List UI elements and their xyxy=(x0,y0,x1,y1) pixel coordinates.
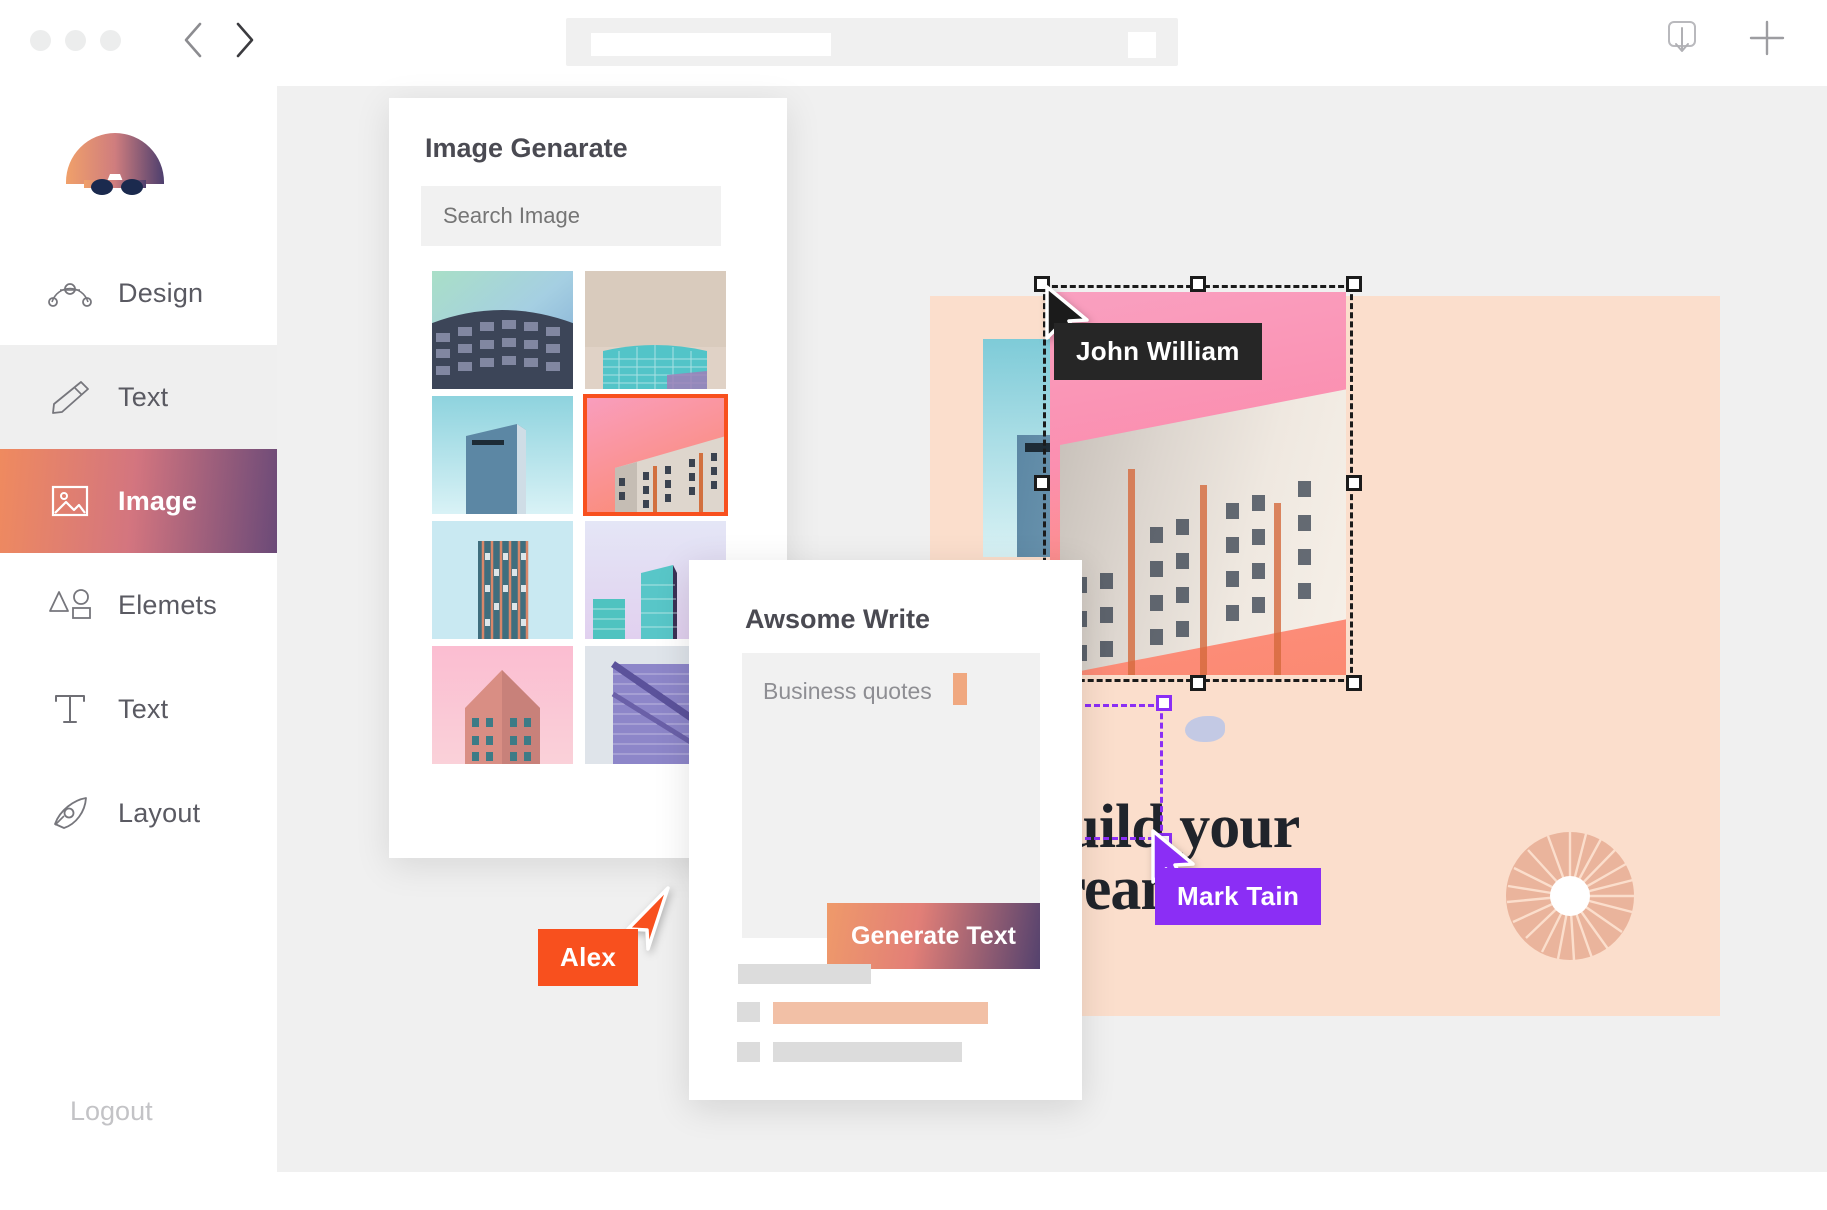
prompt-textarea[interactable]: Business quotes Generate Text xyxy=(742,653,1040,969)
brand-logo-icon xyxy=(62,130,168,200)
download-icon[interactable] xyxy=(1665,18,1699,58)
resize-handle-ne[interactable] xyxy=(1346,276,1362,292)
skeleton-bullet xyxy=(737,1002,760,1022)
address-bar-action-chip[interactable] xyxy=(1128,32,1156,58)
sidebar-item-label: Design xyxy=(118,277,204,308)
sidebar-item-text-type[interactable]: Text xyxy=(0,657,277,761)
thumbnail-blue-monolith-tower[interactable] xyxy=(432,396,573,514)
app-root: Design Text Image Elemets Text Layout Lo… xyxy=(0,0,1827,1210)
skeleton-bullet xyxy=(737,1042,760,1062)
sidebar-item-text-pencil[interactable]: Text xyxy=(0,345,277,449)
sunburst-decoration xyxy=(1504,830,1636,962)
sidebar-item-label: Image xyxy=(118,485,198,516)
collaborator-badge-john-william: John William xyxy=(1054,323,1262,380)
resize-handle-e[interactable] xyxy=(1346,475,1362,491)
text-caret xyxy=(953,673,967,705)
resize-handle-n[interactable] xyxy=(1190,276,1206,292)
collaborator-badge-alex: Alex xyxy=(538,929,639,986)
prompt-value: Business quotes xyxy=(763,678,932,704)
thumbnail-curved-glass-tower[interactable] xyxy=(432,271,573,389)
plus-icon[interactable] xyxy=(1747,18,1787,58)
sidebar-item-label: Text xyxy=(118,381,169,412)
chevron-right-icon[interactable] xyxy=(232,20,258,60)
sidebar-item-design[interactable]: Design xyxy=(0,241,277,345)
search-input[interactable] xyxy=(421,186,721,246)
collaborator-badge-mark-tain: Mark Tain xyxy=(1155,868,1322,925)
window-close-dot[interactable] xyxy=(30,30,51,51)
text-handle-ne[interactable] xyxy=(1156,695,1172,711)
sidebar-item-image[interactable]: Image xyxy=(0,449,277,553)
top-bar xyxy=(0,0,1827,86)
skeleton-line xyxy=(773,1042,962,1062)
generate-text-button[interactable]: Generate Text xyxy=(827,903,1040,969)
sidebar-item-label: Text xyxy=(118,693,169,724)
panel-title: Awsome Write xyxy=(745,604,931,634)
logout-button[interactable]: Logout xyxy=(70,1096,153,1127)
image-thumbnail-grid xyxy=(432,271,728,764)
top-bar-actions xyxy=(1665,18,1787,58)
bezier-curve-icon xyxy=(48,273,92,313)
type-t-icon xyxy=(48,689,92,729)
awsome-write-panel[interactable]: Awsome Write Business quotes Generate Te… xyxy=(689,560,1082,1100)
sidebar: Design Text Image Elemets Text Layout Lo… xyxy=(0,86,277,1210)
image-icon xyxy=(48,481,92,521)
sidebar-nav: Design Text Image Elemets Text Layout xyxy=(0,241,277,865)
address-bar-text-field[interactable] xyxy=(591,33,831,56)
window-maximize-dot[interactable] xyxy=(100,30,121,51)
sidebar-item-elemets[interactable]: Elemets xyxy=(0,553,277,657)
resize-handle-w[interactable] xyxy=(1034,475,1050,491)
pen-nib-icon xyxy=(48,793,92,833)
thumbnail-pink-apartment-block[interactable] xyxy=(583,394,728,516)
skeleton-line-highlight xyxy=(773,1002,988,1024)
browser-navigation xyxy=(180,20,258,60)
thumbnail-teal-round-tower[interactable] xyxy=(585,271,726,389)
resize-handle-s[interactable] xyxy=(1190,675,1206,691)
thumbnail-pink-corner-tower[interactable] xyxy=(432,646,573,764)
resize-handle-se[interactable] xyxy=(1346,675,1362,691)
sidebar-item-layout[interactable]: Layout xyxy=(0,761,277,865)
chevron-left-icon[interactable] xyxy=(180,20,206,60)
panel-title: Image Genarate xyxy=(425,133,628,163)
skeleton-line xyxy=(738,964,871,984)
window-controls xyxy=(30,30,121,51)
address-bar[interactable] xyxy=(566,18,1178,66)
sidebar-item-label: Layout xyxy=(118,797,201,828)
decorative-leaf xyxy=(1185,716,1225,742)
thumbnail-red-grid-highrise[interactable] xyxy=(432,521,573,639)
pencil-icon xyxy=(48,377,92,417)
shapes-icon xyxy=(48,585,92,625)
window-minimize-dot[interactable] xyxy=(65,30,86,51)
sidebar-item-label: Elemets xyxy=(118,589,217,620)
